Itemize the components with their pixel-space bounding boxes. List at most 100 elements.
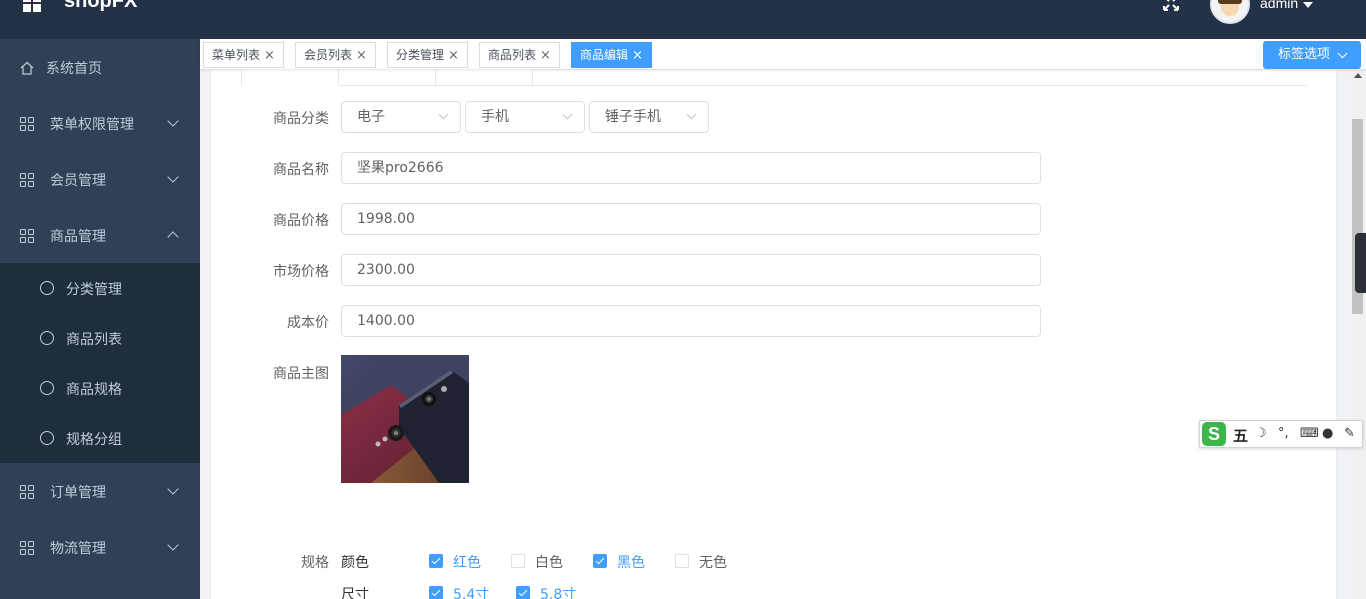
sidebar-subitem-spec-groups[interactable]: 规格分组	[0, 413, 200, 463]
select-value: 电子	[357, 109, 385, 125]
sidebar-subitem-label: 商品规格	[66, 382, 122, 398]
close-icon[interactable]: ×	[448, 48, 459, 63]
category-select-1[interactable]: 电子	[341, 101, 461, 133]
market-price-input[interactable]: 2300.00	[341, 254, 1041, 286]
tag-label: 商品编辑	[580, 48, 629, 62]
category-select-2[interactable]: 手机	[465, 101, 585, 133]
sidebar-item-logistics[interactable]: 物流管理	[0, 520, 200, 576]
close-icon[interactable]: ×	[264, 48, 275, 63]
scroll-up-arrow-icon[interactable]	[1354, 73, 1362, 78]
select-value: 手机	[481, 109, 509, 125]
cost-price-label: 成本价	[287, 315, 329, 331]
main-image-label: 商品主图	[273, 366, 329, 382]
sidebar-item-label: 物流管理	[50, 541, 106, 557]
checkbox-label-red[interactable]: 红色	[453, 552, 481, 572]
side-widget[interactable]	[1355, 233, 1366, 293]
chevron-down-icon	[167, 171, 179, 183]
tag-options-label: 标签选项	[1278, 47, 1331, 62]
tag-label: 会员列表	[304, 48, 353, 62]
cost-price-input[interactable]: 1400.00	[341, 305, 1041, 337]
sidebar-subitem-categories[interactable]: 分类管理	[0, 263, 200, 313]
circle-icon	[40, 281, 54, 295]
product-price-input[interactable]: 1998.00	[341, 203, 1041, 235]
circle-icon	[40, 381, 54, 395]
sidebar: 系统首页 菜单权限管理 会员管理 商品管理 分类管理 商品列表 商品规格 规格分…	[0, 39, 200, 599]
grid-icon	[20, 173, 34, 187]
close-icon[interactable]: ×	[632, 48, 643, 63]
chevron-down-icon	[167, 115, 179, 127]
sidebar-subitem-label: 规格分组	[66, 432, 122, 448]
product-main-image[interactable]	[341, 355, 469, 483]
spec-color-name: 颜色	[341, 555, 369, 571]
tag-member-list[interactable]: 会员列表 ×	[295, 42, 376, 68]
main-content: 商品分类 电子 手机 锤子手机 商品名称 坚果pro2666 商品价格 1998…	[200, 58, 1350, 599]
chevron-up-icon	[167, 231, 179, 243]
tag-menu-list[interactable]: 菜单列表 ×	[203, 42, 284, 68]
checkbox-label-black[interactable]: 黑色	[617, 552, 645, 572]
tag-product-list[interactable]: 商品列表 ×	[479, 42, 560, 68]
sidebar-item-label: 会员管理	[50, 173, 106, 189]
checkbox-size-5-8[interactable]	[516, 586, 530, 599]
close-icon[interactable]: ×	[356, 48, 367, 63]
product-price-label: 商品价格	[273, 213, 329, 229]
checkbox-black[interactable]	[593, 554, 607, 568]
product-name-label: 商品名称	[273, 162, 329, 178]
sidebar-subitem-product-list[interactable]: 商品列表	[0, 313, 200, 363]
close-icon[interactable]: ×	[540, 48, 551, 63]
tag-category-management[interactable]: 分类管理 ×	[387, 42, 468, 68]
user-icon[interactable]: ●	[1322, 426, 1333, 441]
grid-icon	[20, 485, 34, 499]
product-name-input[interactable]: 坚果pro2666	[341, 152, 1041, 184]
page-scrollbar[interactable]	[1350, 69, 1366, 599]
sidebar-item-home[interactable]: 系统首页	[0, 40, 200, 96]
keyboard-icon[interactable]: ⌨	[1300, 426, 1319, 441]
checkbox-size-5-4[interactable]	[429, 586, 443, 599]
checkbox-colorless[interactable]	[675, 554, 689, 568]
fullscreen-icon[interactable]	[1162, 0, 1180, 12]
sidebar-item-menu-permissions[interactable]: 菜单权限管理	[0, 96, 200, 152]
form-tabs	[241, 58, 1307, 86]
avatar[interactable]	[1210, 0, 1250, 24]
brand-name: shopFX	[64, 0, 138, 12]
sidebar-item-products[interactable]: 商品管理	[0, 208, 200, 264]
checkbox-label-size-5-4[interactable]: 5.4寸	[453, 584, 489, 599]
wrench-icon[interactable]: ✎	[1344, 426, 1355, 441]
checkbox-label-size-5-8[interactable]: 5.8寸	[540, 584, 576, 599]
sidebar-item-label: 订单管理	[50, 485, 106, 501]
tag-label: 分类管理	[396, 48, 445, 62]
top-header: shopFX admin	[0, 0, 1366, 39]
checkbox-label-colorless[interactable]: 无色	[699, 552, 727, 572]
circle-icon	[40, 431, 54, 445]
sidebar-item-orders[interactable]: 订单管理	[0, 464, 200, 520]
category-select-3[interactable]: 锤子手机	[589, 101, 709, 133]
grid-logo-icon[interactable]	[23, 0, 41, 12]
ime-toolbar[interactable]: S 五 ☽ °, ⌨ ● ✎	[1199, 420, 1363, 448]
phone-photo-image	[341, 355, 469, 483]
chevron-down-icon	[438, 109, 449, 120]
caret-down-icon[interactable]	[1303, 2, 1313, 8]
checkbox-red[interactable]	[429, 554, 443, 568]
user-name[interactable]: admin	[1260, 0, 1298, 11]
product-edit-card: 商品分类 电子 手机 锤子手机 商品名称 坚果pro2666 商品价格 1998…	[210, 58, 1337, 599]
tag-label: 菜单列表	[212, 48, 261, 62]
sidebar-subitem-product-specs[interactable]: 商品规格	[0, 363, 200, 413]
ime-logo-icon[interactable]: S	[1202, 422, 1226, 446]
ime-mode-label[interactable]: 五	[1233, 425, 1248, 446]
moon-icon[interactable]: ☽	[1255, 426, 1267, 441]
tag-options-button[interactable]: 标签选项	[1263, 41, 1361, 69]
chevron-down-icon	[562, 109, 573, 120]
spec-size-name: 尺寸	[341, 587, 369, 599]
circle-icon	[40, 331, 54, 345]
grid-icon	[20, 229, 34, 243]
market-price-label: 市场价格	[273, 264, 329, 280]
sidebar-item-members[interactable]: 会员管理	[0, 152, 200, 208]
tags-view-bar: 菜单列表 × 会员列表 × 分类管理 × 商品列表 × 商品编辑 × 标签选项	[200, 39, 1366, 69]
spec-label: 规格	[301, 555, 329, 571]
sidebar-item-label: 菜单权限管理	[50, 117, 134, 133]
checkbox-label-white[interactable]: 白色	[535, 552, 563, 572]
checkbox-white[interactable]	[511, 554, 525, 568]
punctuation-icon[interactable]: °,	[1278, 426, 1289, 441]
tag-product-edit[interactable]: 商品编辑 ×	[571, 42, 652, 68]
select-value: 锤子手机	[605, 109, 661, 125]
sidebar-subitem-label: 商品列表	[66, 332, 122, 348]
